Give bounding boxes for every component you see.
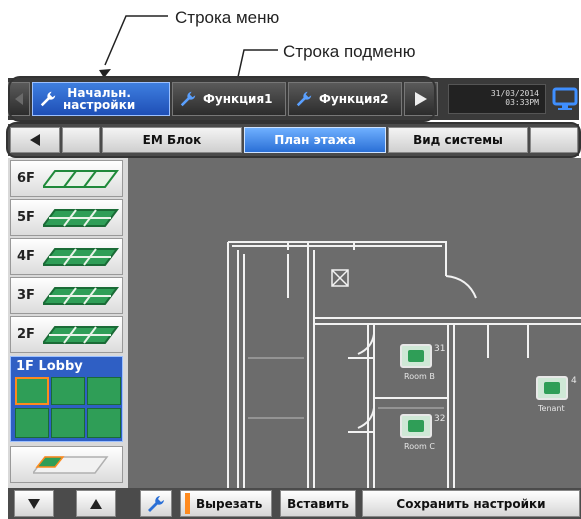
unit-group-cell[interactable]: [15, 408, 49, 438]
floor-thumbnail-icon: [43, 248, 119, 266]
floor-label: 2F: [17, 327, 35, 342]
floor-list-panel: 6F 5F 4F 3F 2F 1F Lobby: [8, 158, 128, 488]
floor-thumbnail-icon: [43, 326, 119, 344]
down-arrow-icon: [28, 498, 40, 509]
floor-button-3f[interactable]: 3F: [10, 277, 123, 314]
ac-unit-icon[interactable]: [400, 344, 432, 368]
floor-button-4f[interactable]: 4F: [10, 238, 123, 275]
floor-thumbnail-icon: [43, 287, 119, 305]
unit-group-cell[interactable]: [15, 377, 49, 405]
floor-label: 4F: [17, 249, 35, 264]
floor-drain-icon: [331, 269, 349, 287]
ac-unit-icon[interactable]: [400, 414, 432, 438]
time-text: 03:33PM: [505, 98, 539, 107]
floor-plan-drawing: [227, 241, 581, 488]
floor-plan-canvas[interactable]: 31 Room B 32 Room C 4 Tenant: [128, 158, 581, 488]
unit-number: 31: [434, 344, 446, 354]
cut-label: Вырезать: [196, 496, 263, 511]
cut-button[interactable]: Вырезать: [180, 490, 272, 517]
floor-button-basement[interactable]: [10, 446, 123, 483]
scroll-down-button[interactable]: [14, 490, 54, 517]
floor-thumbnail-icon: [43, 170, 119, 188]
unit-group-cell[interactable]: [51, 377, 85, 405]
floor-label: 5F: [17, 210, 35, 225]
unit-group-cell[interactable]: [87, 377, 121, 405]
selected-floor-label: 1F Lobby: [16, 359, 83, 374]
floor-button-5f[interactable]: 5F: [10, 199, 123, 236]
floor-button-2f[interactable]: 2F: [10, 316, 123, 353]
floor-thumbnail-icon: [33, 456, 109, 474]
up-arrow-icon: [90, 498, 102, 509]
ac-unit-icon[interactable]: [536, 376, 568, 400]
scroll-up-button[interactable]: [76, 490, 116, 517]
floor-thumbnail-icon: [43, 209, 119, 227]
floor-label: 3F: [17, 288, 35, 303]
floor-label: 6F: [17, 171, 35, 186]
unit-number: 32: [434, 414, 446, 424]
floor-button-1f-lobby[interactable]: 1F Lobby: [10, 356, 123, 442]
orange-marker-icon: [185, 493, 190, 514]
submenu-bar-highlight: [6, 122, 581, 158]
save-settings-button[interactable]: Сохранить настройки: [362, 490, 580, 517]
unit-group-cell[interactable]: [51, 408, 85, 438]
paste-button[interactable]: Вставить: [280, 490, 356, 517]
room-label: Tenant: [538, 404, 565, 413]
bottom-toolbar: Вырезать Вставить Сохранить настройки: [8, 488, 581, 519]
settings-wrench-button[interactable]: [140, 490, 172, 517]
monitor-icon[interactable]: [552, 86, 579, 114]
date-text: 31/03/2014: [490, 89, 539, 98]
unit-number: 4: [571, 376, 577, 386]
menu-bar-highlight: [8, 76, 436, 122]
room-label: Room C: [404, 442, 435, 451]
datetime-display: 31/03/2014 03:33PM: [448, 84, 546, 114]
floor-button-6f[interactable]: 6F: [10, 160, 123, 197]
unit-group-cell[interactable]: [87, 408, 121, 438]
room-label: Room B: [404, 372, 435, 381]
wrench-icon: [148, 495, 164, 512]
